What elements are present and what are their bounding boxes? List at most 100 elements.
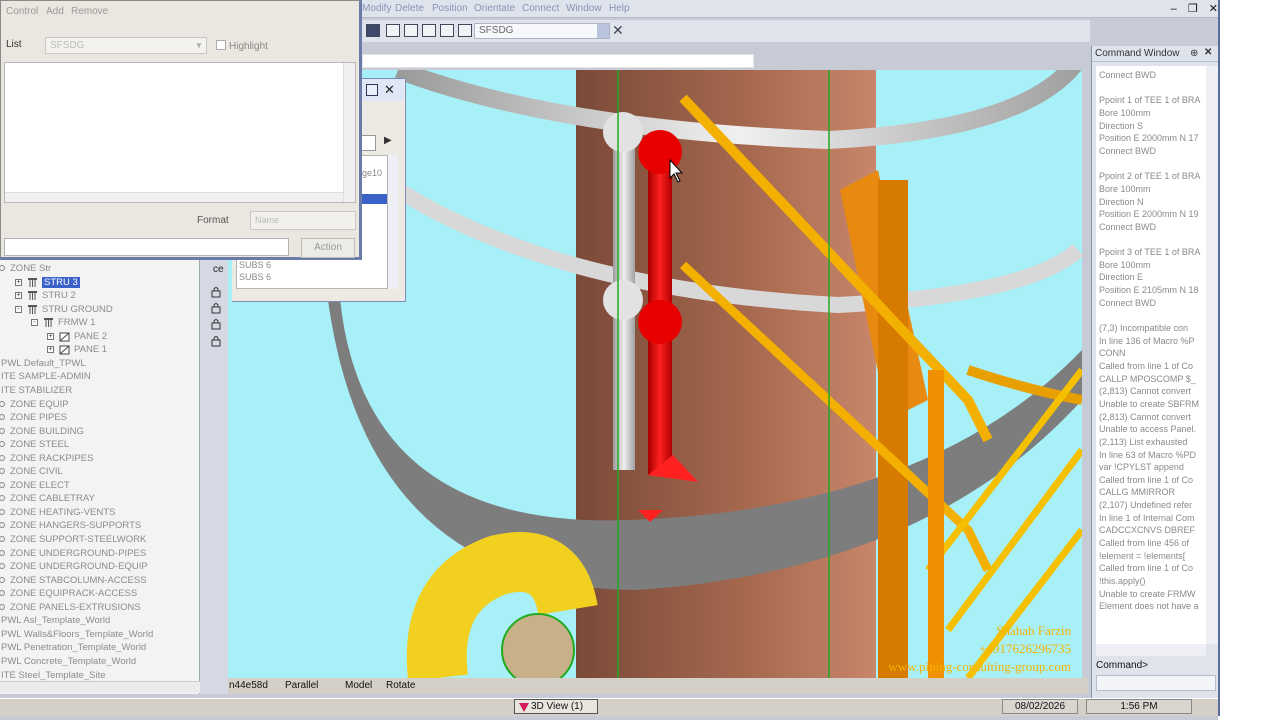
tree-node[interactable]: ZONE Str	[0, 262, 199, 275]
tree-node[interactable]: + PANE 2	[0, 330, 199, 343]
tree-node[interactable]: ZONE HEATING-VENTS	[0, 506, 199, 519]
tree-node-label: ITE SAMPLE-ADMIN	[1, 371, 91, 383]
tree-node[interactable]: ZONE CABLETRAY	[0, 492, 199, 505]
command-window-titlebar[interactable]: Command Window ⊕ ✕	[1092, 46, 1219, 62]
tree-node[interactable]: ZONE RACKPIPES	[0, 452, 199, 465]
command-input-field[interactable]	[4, 238, 289, 256]
tree-node[interactable]: - STRU GROUND	[0, 303, 199, 316]
menu-modify[interactable]: Modify	[362, 3, 391, 14]
chevron-down-icon[interactable]: ▼	[195, 41, 204, 50]
chevron-right-icon[interactable]: ▶	[384, 135, 392, 146]
tree-node[interactable]: ZONE EQUIP	[0, 398, 199, 411]
close-icon[interactable]: ✕	[384, 82, 395, 98]
chevron-down-icon[interactable]	[597, 24, 609, 38]
menu-control[interactable]: Control	[6, 6, 38, 17]
menu-orientate[interactable]: Orientate	[474, 3, 515, 14]
command-output-line: Position E 2105mm N 18	[1099, 285, 1199, 296]
menu-help[interactable]: Help	[609, 3, 630, 14]
list-item[interactable]: SUBS 6	[239, 260, 271, 270]
tree-node[interactable]: + PANE 1	[0, 343, 199, 356]
element-selector[interactable]: SFSDG	[474, 23, 610, 39]
status-action[interactable]: Rotate	[386, 680, 415, 691]
tree-node[interactable]: PWL Concrete_Template_World	[0, 655, 199, 668]
tree-node[interactable]: PWL Walls&Floors_Template_World	[0, 628, 199, 641]
command-output-line: CADCCXCNVS DBREF	[1099, 525, 1196, 536]
red-tee-lower[interactable]	[638, 300, 682, 344]
tree-node[interactable]: ZONE EQUIPRACK-ACCESS	[0, 587, 199, 600]
tree-node[interactable]: ITE SAMPLE-ADMIN	[0, 370, 199, 383]
list-horizontal-scrollbar[interactable]	[5, 192, 343, 202]
tree-node[interactable]: - FRMW 1	[0, 316, 199, 329]
command-output-hscrollbar[interactable]	[1096, 644, 1206, 656]
command-output[interactable]: Connect BWD Ppoint 1 of TEE 1 of BRA Bore …	[1096, 66, 1206, 644]
format-dropdown-value: Name	[255, 215, 280, 225]
collapse-icon[interactable]: -	[31, 319, 38, 327]
tree-node[interactable]: ZONE PIPES	[0, 411, 199, 424]
tree-node[interactable]: + STRU 3	[0, 276, 199, 289]
tree-horizontal-scrollbar[interactable]	[0, 681, 200, 693]
menu-window[interactable]: Window	[566, 3, 602, 14]
lock-icon[interactable]	[210, 335, 222, 347]
tree-node[interactable]: ZONE BUILDING	[0, 425, 199, 438]
group-icon[interactable]	[422, 24, 436, 37]
maximize-icon[interactable]	[366, 84, 378, 96]
format-dropdown[interactable]: Name	[250, 211, 356, 230]
tree-node[interactable]: PWL Penetration_Template_World	[0, 641, 199, 654]
tree-node[interactable]: PWL Asl_Template_World	[0, 614, 199, 627]
layers-icon[interactable]	[440, 24, 454, 37]
tree-node[interactable]: ZONE PANELS-EXTRUSIONS	[0, 601, 199, 614]
tree-node[interactable]: ZONE ELECT	[0, 479, 199, 492]
tree-node[interactable]: ZONE UNDERGROUND-EQUIP	[0, 560, 199, 573]
tree-node[interactable]: ZONE UNDERGROUND-PIPES	[0, 547, 199, 560]
close-icon[interactable]: ✕	[612, 22, 624, 39]
copy-offset-icon[interactable]	[386, 24, 400, 37]
menu-add[interactable]: Add	[46, 6, 64, 17]
lock-icon[interactable]	[210, 286, 222, 298]
menu-remove[interactable]: Remove	[71, 6, 108, 17]
expand-icon[interactable]: +	[47, 332, 54, 340]
tree-node[interactable]: ZONE CIVIL	[0, 465, 199, 478]
tree-node[interactable]: PWL Default_TPWL	[0, 357, 199, 370]
expand-icon[interactable]: +	[47, 346, 54, 354]
tree-node[interactable]: ZONE SUPPORT-STEELWORK	[0, 533, 199, 546]
restore-icon[interactable]: ❐	[1188, 3, 1198, 15]
list-vertical-scrollbar[interactable]	[343, 63, 355, 202]
tree-node[interactable]: ZONE STEEL	[0, 438, 199, 451]
highlight-checkbox[interactable]	[216, 40, 226, 50]
status-mode[interactable]: Model	[345, 680, 372, 691]
close-icon[interactable]: ✕	[1209, 3, 1218, 15]
command-entry-field[interactable]	[1096, 675, 1216, 691]
tree-node[interactable]: ITE Steel_Template_Site	[0, 669, 199, 682]
action-button[interactable]: Action	[301, 238, 355, 258]
list-box[interactable]	[4, 62, 356, 203]
menu-delete[interactable]: Delete	[395, 3, 424, 14]
command-output-line: Connect BWD	[1099, 70, 1157, 80]
list-item[interactable]: SUBS 6	[239, 272, 271, 282]
expand-icon[interactable]: +	[15, 292, 22, 300]
menu-connect[interactable]: Connect	[522, 3, 559, 14]
list-icon[interactable]	[458, 24, 472, 37]
tree-node-label: ZONE HANGERS-SUPPORTS	[10, 520, 142, 532]
copy-icon[interactable]	[366, 24, 380, 37]
taskbar-3d-view-button[interactable]: 3D View (1)	[514, 699, 598, 714]
save-icon[interactable]	[404, 24, 418, 37]
tree-node[interactable]: + STRU 2	[0, 289, 199, 302]
tree-node-label: PWL Walls&Floors_Template_World	[1, 628, 154, 640]
expand-icon[interactable]: +	[15, 278, 22, 286]
tree-node[interactable]: ZONE HANGERS-SUPPORTS	[0, 519, 199, 532]
panel-field[interactable]	[360, 135, 376, 151]
list-dropdown[interactable]: SFSDG ▼	[45, 37, 207, 54]
tree-node[interactable]: ITE STABILIZER	[0, 384, 199, 397]
collapse-icon[interactable]: -	[15, 305, 22, 313]
list-vertical-scrollbar[interactable]	[388, 155, 398, 289]
lock-icon[interactable]	[210, 318, 222, 330]
tree-node[interactable]: ZONE STABCOLUMN-ACCESS	[0, 574, 199, 587]
command-output-scrollbar[interactable]	[1206, 66, 1218, 644]
minimize-icon[interactable]: –	[1171, 3, 1177, 15]
menu-position[interactable]: Position	[432, 3, 468, 14]
status-projection[interactable]: Parallel	[285, 680, 318, 691]
pin-icon[interactable]: ⊕	[1190, 48, 1198, 59]
command-output-line: Bore 100mm	[1099, 183, 1151, 194]
lock-icon[interactable]	[210, 302, 222, 314]
close-icon[interactable]: ✕	[1204, 47, 1212, 58]
